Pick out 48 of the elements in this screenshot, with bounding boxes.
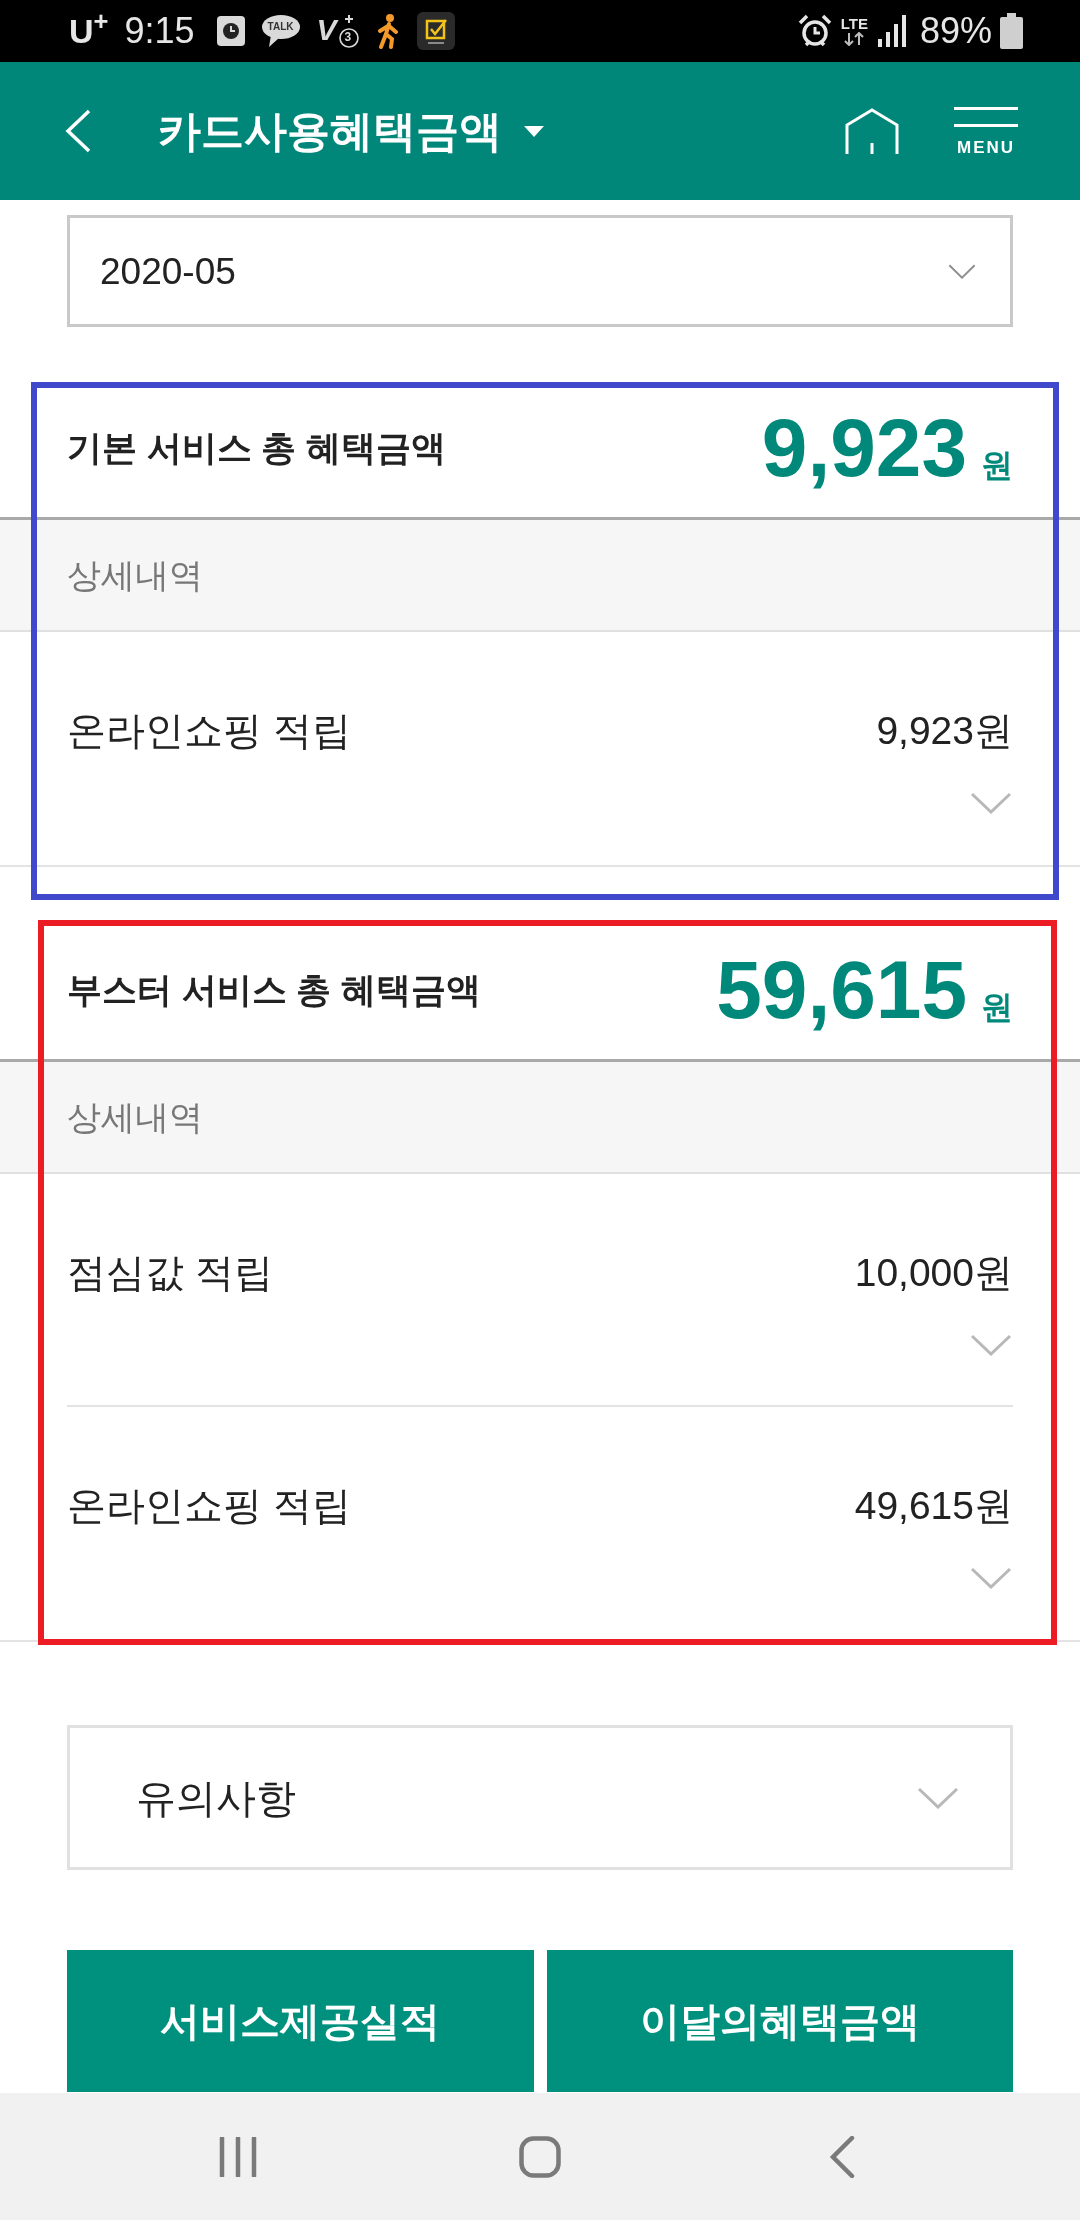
chevron-down-icon[interactable] [970, 792, 1012, 814]
month-select[interactable]: 2020-05 [67, 215, 1013, 327]
recent-apps-icon [219, 2136, 257, 2177]
benefit-amount: 10,000원 [854, 1252, 1013, 1292]
detail-label: 상세내역 [67, 558, 203, 592]
ring-number: 3 [344, 30, 352, 44]
battery-percent: 89% [919, 13, 992, 49]
chevron-down-icon[interactable] [948, 263, 976, 279]
walking-person-icon [375, 13, 400, 49]
currency-unit: 원 [981, 448, 1013, 481]
action-button[interactable]: 서비스제공실적 [67, 1950, 534, 2092]
section-title: 기본 서비스 총 혜택금액 [67, 430, 447, 465]
menu-icon [954, 106, 1018, 127]
chevron-down-icon[interactable] [917, 1786, 959, 1809]
clock-time: 9:15 [124, 13, 195, 49]
benefit-name: 온라인쇼핑 적립 [67, 1485, 351, 1525]
back-chevron-icon [65, 109, 91, 153]
network-type: LTE [840, 16, 868, 32]
chevron-down-icon[interactable] [970, 1567, 1012, 1589]
benefit-amount: 9,923원 [876, 710, 1013, 750]
notice-accordion[interactable]: 유의사항 [67, 1725, 1013, 1870]
checklist-app-icon [416, 12, 455, 50]
action-button[interactable]: 이달의혜택금액 [546, 1950, 1013, 2092]
clock-icon [216, 16, 245, 46]
home-nav-icon [519, 2135, 561, 2178]
benefit-name: 온라인쇼핑 적립 [67, 710, 351, 750]
signal-bars-icon [877, 15, 906, 47]
benefit-amount: 49,615원 [854, 1485, 1013, 1525]
plus-ring-icon [338, 14, 359, 48]
menu-button[interactable]: MENU [954, 106, 1018, 156]
chevron-down-icon[interactable] [970, 1334, 1012, 1356]
carrier-label: U$^{+}$ [69, 14, 109, 48]
benefit-name: 점심값 적립 [67, 1252, 273, 1292]
detail-label: 상세내역 [67, 1100, 203, 1134]
total-amount: 9,923 [761, 406, 967, 489]
home-button[interactable] [845, 108, 899, 154]
total-amount: 59,615 [716, 948, 967, 1031]
caret-down-icon [524, 125, 544, 137]
section-title: 부스터 서비스 총 혜택금액 [67, 972, 482, 1007]
alarm-clock-icon [797, 14, 832, 48]
battery-icon [1000, 13, 1023, 49]
chat-bubble-icon [261, 15, 300, 47]
home-icon [845, 108, 899, 154]
chat-icon-label: TALK [267, 20, 294, 34]
title-dropdown[interactable]: 카드사용혜택금액 [158, 109, 544, 153]
back-nav-icon [829, 2135, 855, 2178]
v-mark-label: V [316, 15, 337, 45]
currency-unit: 원 [981, 990, 1013, 1023]
